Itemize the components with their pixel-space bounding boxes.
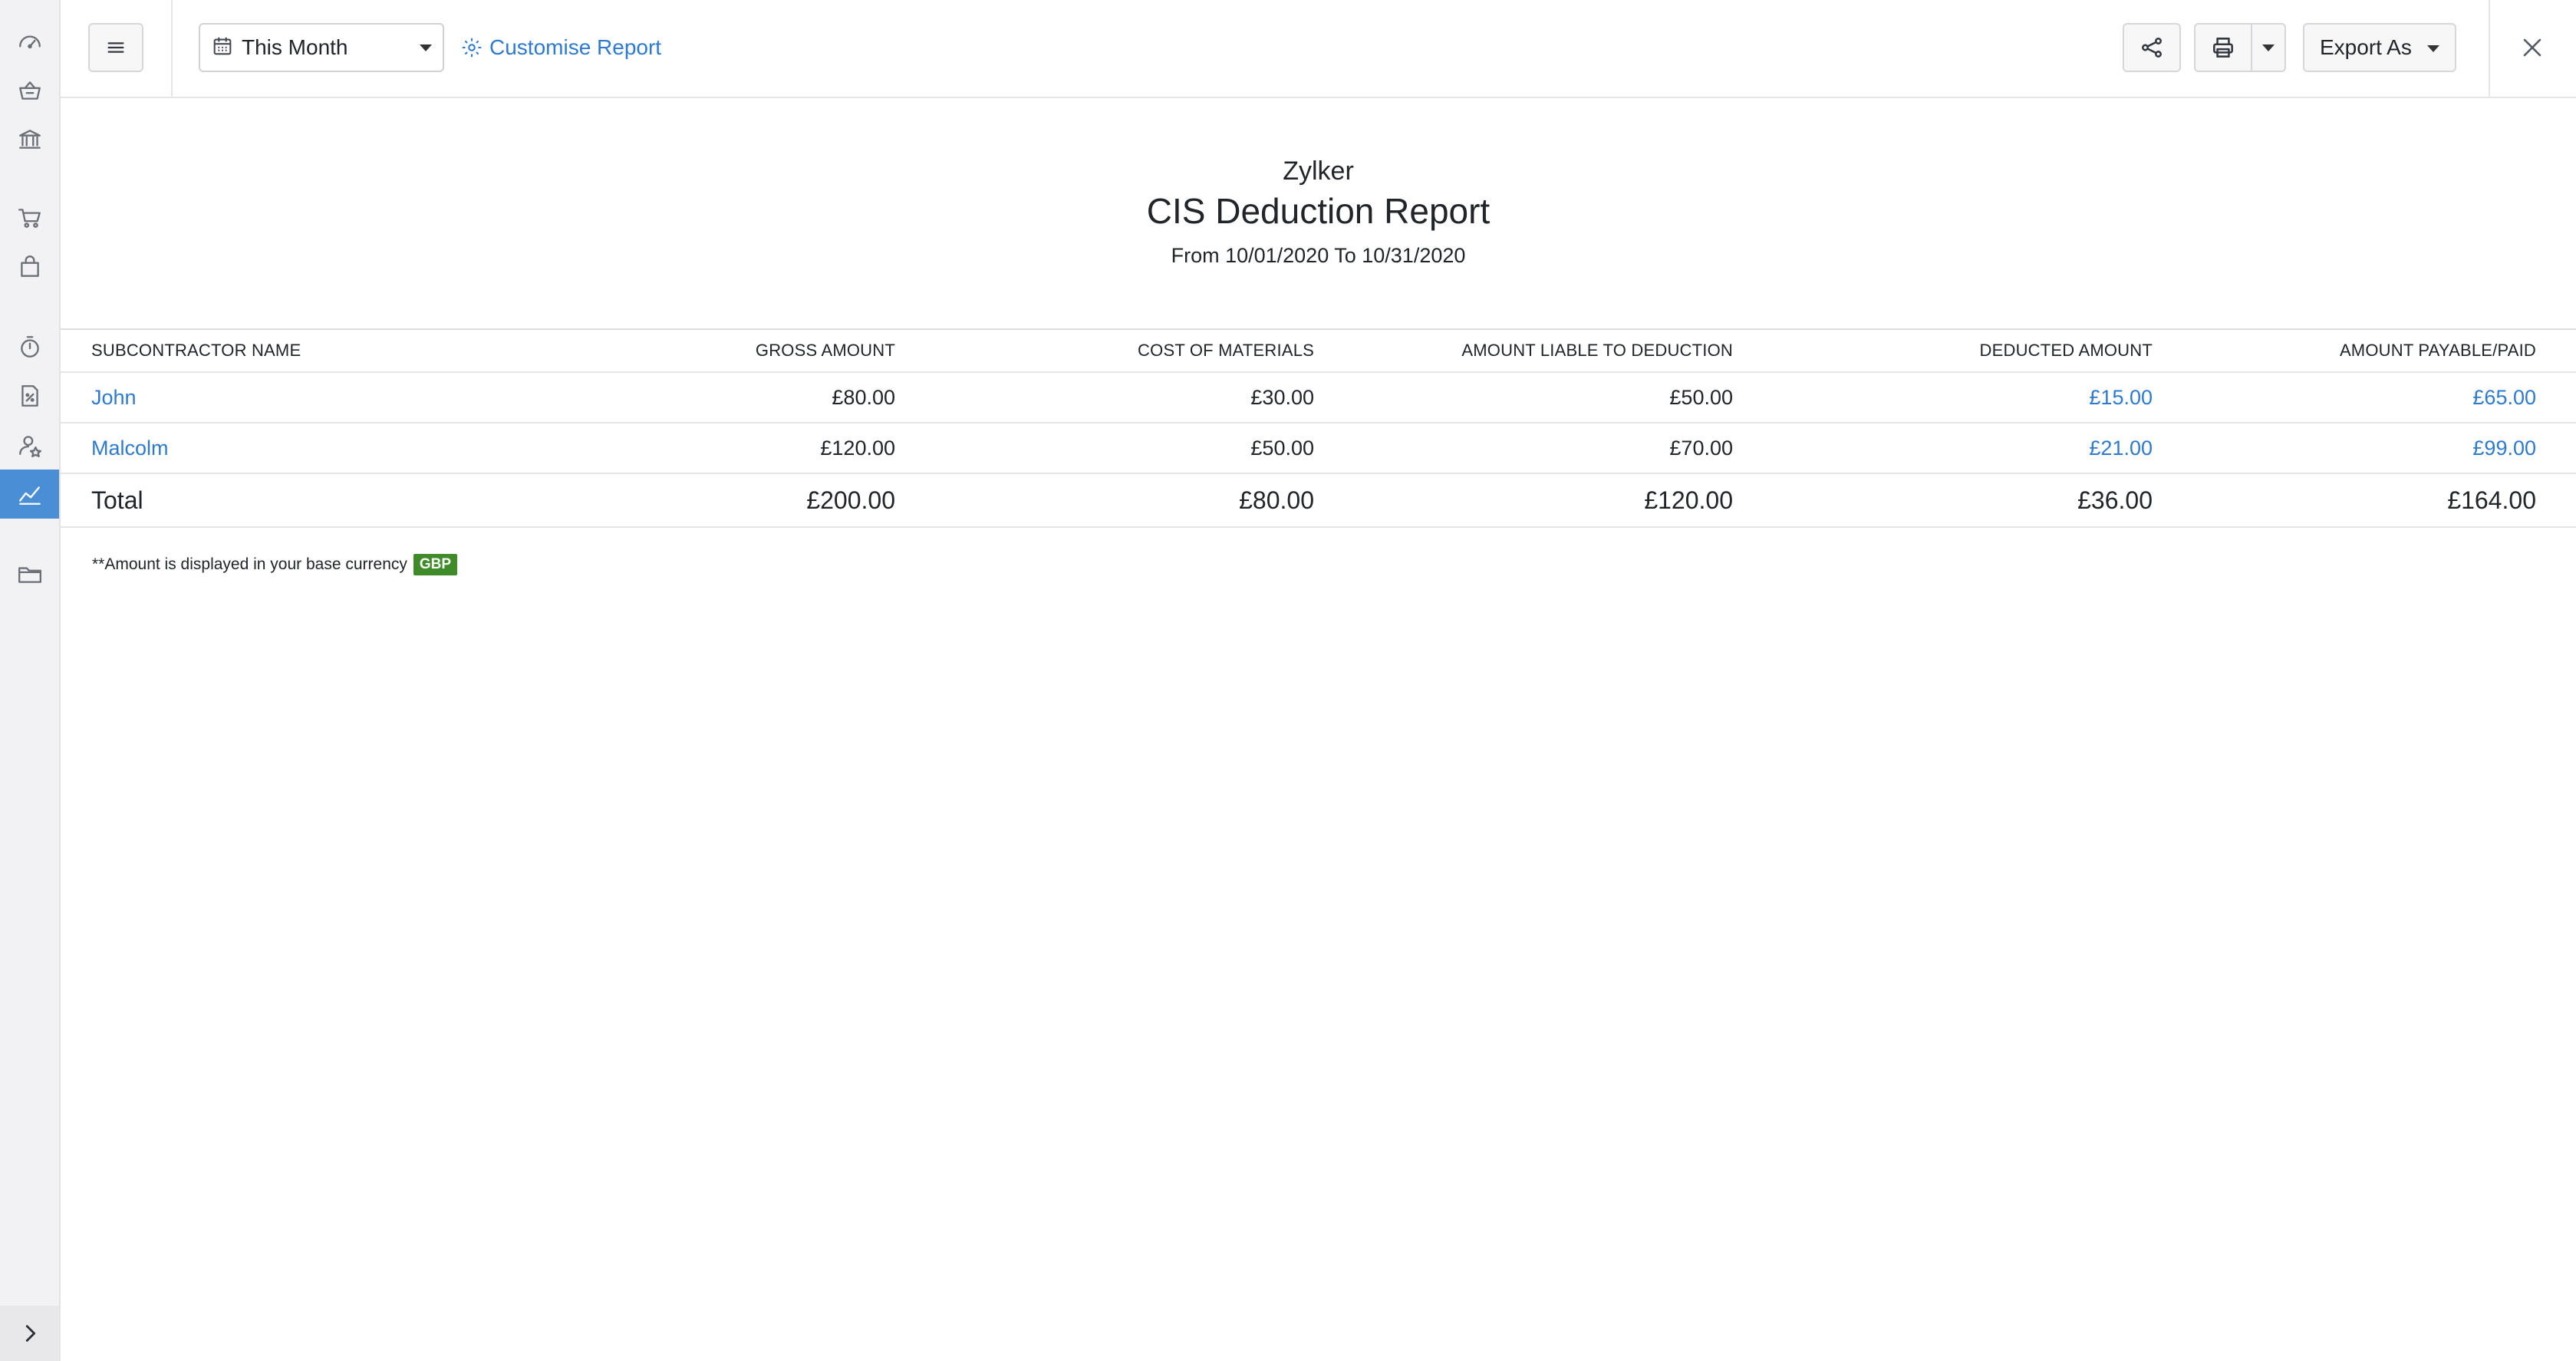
- total-cost-of-materials: £80.00: [1239, 486, 1314, 514]
- close-icon: [2523, 38, 2541, 57]
- gross-amount-cell: £80.00: [832, 385, 895, 409]
- chevron-down-icon: [420, 44, 432, 51]
- table-header-row: SUBCONTRACTOR NAME GROSS AMOUNT COST OF …: [61, 328, 2576, 373]
- calendar-icon: [211, 35, 234, 61]
- amount-payable-link[interactable]: £65.00: [2153, 373, 2536, 422]
- print-options-button[interactable]: [2251, 23, 2286, 72]
- total-gross-amount: £200.00: [806, 486, 895, 514]
- organization-name: Zylker: [1283, 157, 1354, 186]
- total-amount-liable: £120.00: [1644, 486, 1733, 514]
- expand-sidebar-button[interactable]: [0, 1306, 59, 1361]
- table-total-row: Total £200.00 £80.00 £120.00 £36.00 £164…: [61, 474, 2576, 528]
- export-as-button[interactable]: Export As: [2303, 23, 2456, 72]
- subcontractor-link[interactable]: John: [91, 373, 552, 422]
- gross-amount-cell: £120.00: [820, 436, 895, 460]
- app-window: This Month Customise Report Export As Zy…: [0, 0, 2576, 1361]
- cost-of-materials-cell: £30.00: [1250, 385, 1314, 409]
- subcontractor-link[interactable]: Malcolm: [91, 423, 552, 473]
- table-row: Malcolm £120.00 £50.00 £70.00 £21.00 £99…: [61, 423, 2576, 474]
- amount-payable-link[interactable]: £99.00: [2153, 423, 2536, 473]
- period-select[interactable]: This Month: [199, 23, 444, 72]
- chevron-down-icon: [2262, 44, 2275, 51]
- column-header-gross-amount: GROSS AMOUNT: [755, 341, 895, 360]
- table-row: John £80.00 £30.00 £50.00 £15.00 £65.00: [61, 373, 2576, 423]
- folder-icon[interactable]: [0, 549, 59, 598]
- deducted-amount-link[interactable]: £21.00: [1769, 423, 2153, 473]
- report-header: Zylker CIS Deduction Report From 10/01/2…: [61, 98, 2576, 328]
- close-button[interactable]: [2515, 31, 2549, 64]
- tax-document-icon[interactable]: [0, 371, 59, 420]
- timer-icon[interactable]: [0, 322, 59, 371]
- cart-icon[interactable]: [0, 193, 59, 242]
- column-header-subcontractor-name: SUBCONTRACTOR NAME: [91, 341, 301, 360]
- cis-deduction-table: SUBCONTRACTOR NAME GROSS AMOUNT COST OF …: [61, 328, 2576, 528]
- base-currency-note: **Amount is displayed in your base curre…: [92, 554, 458, 575]
- column-header-deducted-amount: DEDUCTED AMOUNT: [1979, 341, 2153, 360]
- amount-liable-cell: £70.00: [1669, 436, 1733, 460]
- printer-icon: [2213, 38, 2233, 58]
- bag-icon[interactable]: [0, 242, 59, 292]
- gear-icon: [462, 38, 482, 58]
- reports-chart-icon[interactable]: [0, 470, 59, 519]
- dashboard-icon[interactable]: [0, 17, 59, 66]
- period-select-value: This Month: [242, 35, 348, 59]
- share-icon: [2142, 38, 2162, 58]
- report-title: CIS Deduction Report: [1146, 191, 1491, 231]
- hamburger-icon: [107, 42, 124, 53]
- base-currency-note-text: **Amount is displayed in your base curre…: [92, 555, 407, 573]
- column-header-cost-of-materials: COST OF MATERIALS: [1138, 341, 1314, 360]
- currency-badge: GBP: [413, 554, 458, 575]
- cost-of-materials-cell: £50.00: [1250, 436, 1314, 460]
- menu-button[interactable]: [88, 23, 143, 72]
- bank-icon[interactable]: [0, 115, 59, 164]
- contact-icon[interactable]: [0, 420, 59, 470]
- report-toolbar: This Month Customise Report Export As: [61, 0, 2576, 98]
- total-deducted-amount: £36.00: [2077, 486, 2153, 514]
- total-label: Total: [91, 486, 143, 514]
- basket-icon[interactable]: [0, 66, 59, 115]
- column-header-amount-payable: AMOUNT PAYABLE/PAID: [2339, 341, 2536, 360]
- chevron-down-icon: [2427, 45, 2439, 52]
- total-amount-payable: £164.00: [2447, 486, 2536, 514]
- report-date-range: From 10/01/2020 To 10/31/2020: [1171, 244, 1466, 267]
- chevron-right-icon: [25, 1325, 35, 1342]
- toolbar-divider: [171, 0, 173, 97]
- sidebar-nav: [0, 0, 61, 1361]
- export-as-label: Export As: [2320, 35, 2412, 59]
- share-button[interactable]: [2123, 23, 2181, 72]
- toolbar-divider: [2489, 0, 2490, 97]
- column-header-amount-liable: AMOUNT LIABLE TO DEDUCTION: [1461, 341, 1733, 360]
- customise-report-link[interactable]: Customise Report: [460, 31, 661, 64]
- amount-liable-cell: £50.00: [1669, 385, 1733, 409]
- deducted-amount-link[interactable]: £15.00: [1769, 373, 2153, 422]
- print-button[interactable]: [2194, 23, 2252, 72]
- customise-report-label: Customise Report: [489, 35, 662, 59]
